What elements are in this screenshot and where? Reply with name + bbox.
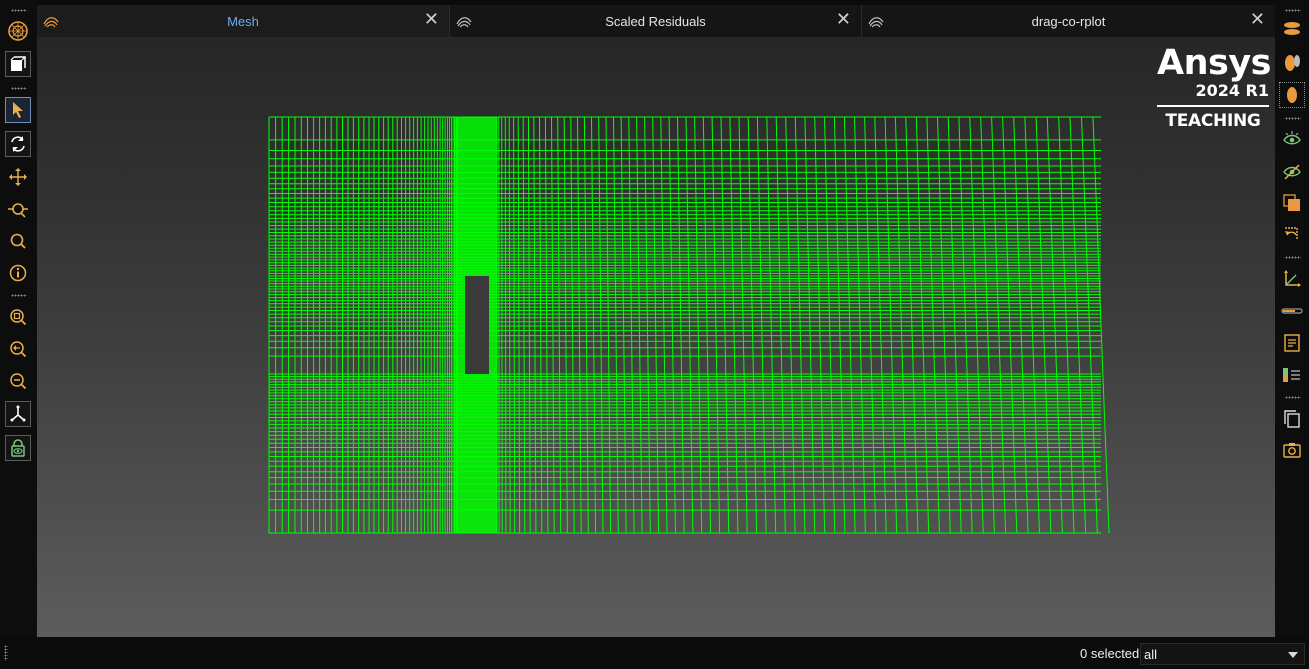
view-cube-icon[interactable] bbox=[5, 51, 31, 77]
chevron-down-icon[interactable] bbox=[1288, 652, 1298, 658]
pan-icon[interactable] bbox=[5, 164, 31, 190]
zoom-icon[interactable] bbox=[5, 228, 31, 254]
close-icon[interactable]: ✕ bbox=[1250, 10, 1265, 28]
probe-info-icon[interactable] bbox=[5, 260, 31, 286]
tab-label: Scaled Residuals bbox=[605, 14, 706, 29]
zoom-out-icon[interactable] bbox=[5, 368, 31, 394]
mesh-display bbox=[268, 116, 1110, 534]
tab-drag-co-rplot[interactable]: drag-co-rplot ✕ bbox=[862, 5, 1275, 37]
select-pointer-icon[interactable] bbox=[5, 97, 31, 123]
toolbar-grip[interactable] bbox=[11, 9, 27, 12]
toolbar-grip[interactable] bbox=[11, 294, 27, 297]
logo-name: Ansys bbox=[1157, 43, 1271, 83]
slider-icon[interactable] bbox=[1279, 298, 1305, 324]
toolbar-grip[interactable] bbox=[1285, 396, 1301, 399]
plane-side-icon[interactable] bbox=[1279, 49, 1305, 75]
tab-mesh[interactable]: Mesh ✕ bbox=[37, 5, 450, 37]
selection-filter-dropdown[interactable]: all bbox=[1140, 643, 1305, 665]
logo-divider bbox=[1157, 105, 1269, 107]
zoom-dynamic-icon[interactable] bbox=[5, 196, 31, 222]
legend-icon[interactable] bbox=[1279, 362, 1305, 388]
right-toolbar bbox=[1275, 0, 1309, 637]
selection-filter-value: all bbox=[1144, 647, 1158, 662]
mesh-lines bbox=[268, 116, 1110, 534]
toolbar-grip[interactable] bbox=[1285, 256, 1301, 259]
obstacle-body bbox=[465, 276, 489, 374]
close-icon[interactable]: ✕ bbox=[836, 10, 851, 28]
rotate-icon[interactable] bbox=[5, 131, 31, 157]
hide-eye-icon[interactable] bbox=[1279, 158, 1305, 184]
annotation-icon[interactable] bbox=[1279, 330, 1305, 356]
screenshot-icon[interactable] bbox=[1279, 437, 1305, 463]
close-icon[interactable]: ✕ bbox=[424, 10, 439, 28]
logo-version: 2024 R1 bbox=[1195, 81, 1269, 100]
ansys-logo: Ansys 2024 R1 TEACHING bbox=[1157, 43, 1271, 131]
copy-icon[interactable] bbox=[1279, 406, 1305, 432]
plane-top-icon[interactable] bbox=[1279, 16, 1305, 42]
reset-view-icon[interactable] bbox=[1279, 222, 1305, 248]
transparency-icon[interactable] bbox=[1279, 190, 1305, 216]
toolbar-grip[interactable] bbox=[1285, 9, 1301, 12]
zoom-in-icon[interactable] bbox=[5, 336, 31, 362]
axes-triad-icon[interactable] bbox=[5, 401, 31, 427]
logo-edition: TEACHING bbox=[1165, 111, 1261, 131]
mesh-grid bbox=[268, 116, 1110, 534]
tab-label: Mesh bbox=[227, 14, 259, 29]
show-eye-icon[interactable] bbox=[1279, 126, 1305, 152]
graphics-viewport[interactable]: Ansys 2024 R1 TEACHING bbox=[37, 37, 1275, 637]
tab-label: drag-co-rplot bbox=[1031, 14, 1106, 29]
tab-scaled-residuals[interactable]: Scaled Residuals ✕ bbox=[450, 5, 862, 37]
plane-front-icon[interactable] bbox=[1279, 82, 1305, 108]
status-bar: 0 selected all bbox=[0, 637, 1309, 669]
selection-count: 0 selected bbox=[1080, 646, 1140, 661]
toolbar-grip[interactable] bbox=[1285, 117, 1301, 120]
axes-icon[interactable] bbox=[1279, 266, 1305, 292]
lock-view-icon[interactable] bbox=[5, 435, 31, 461]
document-tab-bar: Mesh ✕ Scaled Residuals ✕ drag-co-rplot … bbox=[37, 5, 1275, 37]
toolbar-grip[interactable] bbox=[11, 87, 27, 90]
status-grip[interactable] bbox=[4, 645, 8, 661]
zoom-fit-icon[interactable] bbox=[5, 304, 31, 330]
mesh-display-icon[interactable] bbox=[5, 18, 31, 44]
left-toolbar bbox=[0, 0, 37, 637]
